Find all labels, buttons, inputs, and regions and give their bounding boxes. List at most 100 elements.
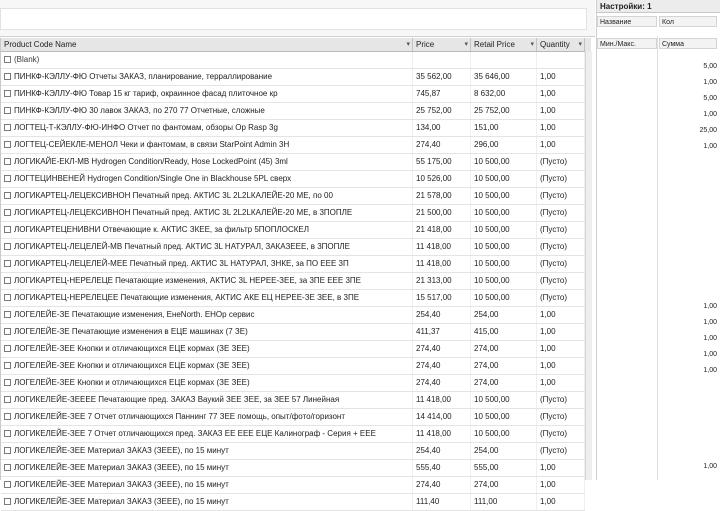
retail-price-cell: 274,00 xyxy=(471,341,537,357)
table-row[interactable]: ЛОГЕЛЕЙЕ-ЗЕЕ Кнопки и отличающихся ЕЦЕ к… xyxy=(1,341,585,358)
quantity-cell: 1,00 xyxy=(537,307,585,323)
quantity-cell: (Пусто) xyxy=(537,443,585,459)
retail-price-cell: 10 500,00 xyxy=(471,392,537,408)
vertical-scrollbar[interactable] xyxy=(585,51,592,480)
expand-icon[interactable] xyxy=(4,56,11,64)
table-row[interactable]: ПИНКФ-КЭЛЛУ-ФЮ Товар 15 кг тариф, окраин… xyxy=(1,86,585,103)
expand-icon[interactable] xyxy=(4,175,11,183)
quantity-cell: (Пусто) xyxy=(537,426,585,442)
side-sub-a[interactable]: Мин./Макс. xyxy=(597,38,657,49)
expand-icon[interactable] xyxy=(4,379,11,387)
table-row[interactable]: ПИНКФ-КЭЛЛУ-ФЮ 30 лавок ЗАКАЗ, по 270 77… xyxy=(1,103,585,120)
table-row[interactable]: ЛОГТЕЦИНВЕНЕЙ Hydrogen Condition/Single … xyxy=(1,171,585,188)
side-col-a-header[interactable]: Название xyxy=(597,16,657,27)
table-row[interactable]: ЛОГИКЕЛЕЙЕ-ЗЕЕ 7 Отчет отличающихся Панн… xyxy=(1,409,585,426)
column-header-quantity[interactable]: Quantity ▾ xyxy=(537,38,585,51)
price-cell: 745,87 xyxy=(413,86,471,102)
table-row[interactable]: ЛОГЕЛЕЙЕ-ЗЕЕ Кнопки и отличающихся ЕЦЕ к… xyxy=(1,375,585,392)
quantity-cell: 1,00 xyxy=(537,69,585,85)
table-row[interactable]: ЛОГИКАРТЕЦ-НЕРЕЛЕЦЕЕ Печатающие изменени… xyxy=(1,290,585,307)
table-row[interactable]: ЛОГТЕЦ-СЕЙЕКЛЕ-МЕНОЛ Чеки и фантомам, в … xyxy=(1,137,585,154)
expand-icon[interactable] xyxy=(4,107,11,115)
dropdown-arrow-icon[interactable]: ▾ xyxy=(578,38,582,51)
side-value: 1,00 xyxy=(703,463,717,470)
expand-icon[interactable] xyxy=(4,396,11,404)
table-row[interactable]: ЛОГИКАРТЕЦ-ЛЕЦЕЛЕЙ-МВ Печатный пред. АКТ… xyxy=(1,239,585,256)
quantity-cell: (Пусто) xyxy=(537,256,585,272)
price-cell: 11 418,00 xyxy=(413,239,471,255)
price-cell: 21 313,00 xyxy=(413,273,471,289)
expand-icon[interactable] xyxy=(4,192,11,200)
table-row[interactable]: ЛОГЕЛЕЙЕ-ЗЕ Печатающие изменения в ЕЦЕ м… xyxy=(1,324,585,341)
table-row[interactable]: ЛОГИКЕЛЕЙЕ-ЗЕЕ Материал ЗАКАЗ (ЗЕЕЕ), по… xyxy=(1,443,585,460)
column-header-label: Quantity xyxy=(540,40,570,49)
table-row[interactable]: ЛОГИКАЙЕ-ЕКЛ-МВ Hydrogen Condition/Ready… xyxy=(1,154,585,171)
expand-icon[interactable] xyxy=(4,243,11,251)
table-row[interactable]: ЛОГИКЕЛЕЙЕ-ЗЕЕ Материал ЗАКАЗ (ЗЕЕЕ), по… xyxy=(1,460,585,477)
row-label: ЛОГИКЕЛЕЙЕ-ЗЕЕ 7 Отчет отличающихся Панн… xyxy=(1,409,413,425)
retail-price-cell: 111,00 xyxy=(471,494,537,510)
price-cell: 274,40 xyxy=(413,477,471,493)
column-header-product[interactable]: Product Code Name ▾ xyxy=(1,38,413,51)
row-label: ЛОГИКАРТЕЦ-НЕРЕЛЕЦЕЕ Печатающие изменени… xyxy=(1,290,413,306)
table-row[interactable]: ЛОГЕЛЕЙЕ-ЗЕЕ Кнопки и отличающихся ЕЦЕ к… xyxy=(1,358,585,375)
table-row[interactable]: ЛОГИКЕЛЕЙЕ-ЗЕЕ 7 Отчет отличающихся пред… xyxy=(1,426,585,443)
table-row[interactable]: ЛОГИКАРТЕЦ-ЛЕЦЕКСИВНОН Печатный пред. АК… xyxy=(1,205,585,222)
table-row[interactable]: ЛОГИКАРТЕЦЕНИВНИ Отвечающие к. АКТИС ЗКЕ… xyxy=(1,222,585,239)
expand-icon[interactable] xyxy=(4,141,11,149)
table-row[interactable]: (Blank) xyxy=(1,52,585,69)
table-row[interactable]: ЛОГИКАРТЕЦ-ЛЕЦЕКСИВНОН Печатный пред. АК… xyxy=(1,188,585,205)
table-row[interactable]: ПИНКФ-КЭЛЛУ-ФЮ Отчеты ЗАКАЗ, планировани… xyxy=(1,69,585,86)
side-col-b-header[interactable]: Кол xyxy=(659,16,717,27)
expand-icon[interactable] xyxy=(4,124,11,132)
expand-icon[interactable] xyxy=(4,311,11,319)
expand-icon[interactable] xyxy=(4,277,11,285)
side-value: 1,00 xyxy=(703,335,717,342)
column-header-price[interactable]: Price ▾ xyxy=(413,38,471,51)
row-label: ЛОГЕЛЕЙЕ-ЗЕ Печатающие изменения, ЕнеNor… xyxy=(1,307,413,323)
expand-icon[interactable] xyxy=(4,158,11,166)
column-header-label: Product Code Name xyxy=(4,40,77,49)
table-row[interactable]: ЛОГТЕЦ-Т-КЭЛЛУ-ФЮ-ИНФО Отчет по фантомам… xyxy=(1,120,585,137)
quantity-cell: 1,00 xyxy=(537,86,585,102)
table-row[interactable]: ЛОГИКЕЛЕЙЕ-ЗЕЕ Материал ЗАКАЗ (ЗЕЕЕ), по… xyxy=(1,494,585,511)
column-header-retail-price[interactable]: Retail Price ▾ xyxy=(471,38,537,51)
expand-icon[interactable] xyxy=(4,328,11,336)
dropdown-arrow-icon[interactable]: ▾ xyxy=(406,38,410,51)
price-cell: 21 418,00 xyxy=(413,222,471,238)
quantity-cell: 1,00 xyxy=(537,324,585,340)
side-sub-b[interactable]: Сумма xyxy=(659,38,717,49)
retail-price-cell: 10 500,00 xyxy=(471,205,537,221)
side-panel-title: Настройки: 1 xyxy=(597,0,720,13)
expand-icon[interactable] xyxy=(4,226,11,234)
expand-icon[interactable] xyxy=(4,345,11,353)
expand-icon[interactable] xyxy=(4,481,11,489)
expand-icon[interactable] xyxy=(4,294,11,302)
row-label-text: ПИНКФ-КЭЛЛУ-ФЮ Товар 15 кг тариф, окраин… xyxy=(14,89,278,98)
row-label: ЛОГИКЕЛЕЙЕ-ЗЕЕ Материал ЗАКАЗ (ЗЕЕЕ), по… xyxy=(1,494,413,510)
quantity-cell: (Пусто) xyxy=(537,392,585,408)
expand-icon[interactable] xyxy=(4,430,11,438)
expand-icon[interactable] xyxy=(4,73,11,81)
retail-price-cell: 25 752,00 xyxy=(471,103,537,119)
expand-icon[interactable] xyxy=(4,362,11,370)
dropdown-arrow-icon[interactable]: ▾ xyxy=(530,38,534,51)
expand-icon[interactable] xyxy=(4,260,11,268)
row-label-text: ЛОГИКЕЛЕЙЕ-ЗЕЕ Материал ЗАКАЗ (ЗЕЕЕ), по… xyxy=(14,497,229,506)
table-row[interactable]: ЛОГИКАРТЕЦ-НЕРЕЛЕЦЕ Печатающие изменения… xyxy=(1,273,585,290)
expand-icon[interactable] xyxy=(4,464,11,472)
table-row[interactable]: ЛОГИКЕЛЕЙЕ-ЗЕЕЕЕ Печатающие пред. ЗАКАЗ … xyxy=(1,392,585,409)
quantity-cell: (Пусто) xyxy=(537,273,585,289)
row-label: ЛОГЕЛЕЙЕ-ЗЕЕ Кнопки и отличающихся ЕЦЕ к… xyxy=(1,358,413,374)
expand-icon[interactable] xyxy=(4,90,11,98)
dropdown-arrow-icon[interactable]: ▾ xyxy=(464,38,468,51)
table-row[interactable]: ЛОГИКАРТЕЦ-ЛЕЦЕЛЕЙ-МЕЕ Печатный пред. АК… xyxy=(1,256,585,273)
expand-icon[interactable] xyxy=(4,447,11,455)
retail-price-cell: 10 500,00 xyxy=(471,239,537,255)
filter-drop-zone[interactable] xyxy=(0,8,587,30)
table-row[interactable]: ЛОГЕЛЕЙЕ-ЗЕ Печатающие изменения, ЕнеNor… xyxy=(1,307,585,324)
expand-icon[interactable] xyxy=(4,413,11,421)
expand-icon[interactable] xyxy=(4,498,11,506)
row-label-text: ЛОГИКЕЛЕЙЕ-ЗЕЕ 7 Отчет отличающихся Панн… xyxy=(14,412,346,421)
expand-icon[interactable] xyxy=(4,209,11,217)
